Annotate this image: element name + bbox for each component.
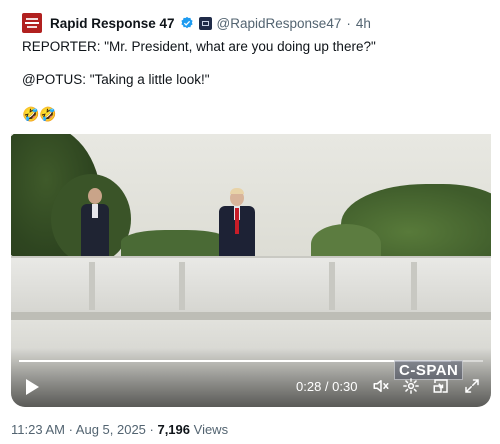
settings-icon[interactable]	[402, 377, 420, 395]
time-ago[interactable]: 4h	[356, 16, 371, 31]
post-card: Rapid Response 47 @RapidResponse47 · 4h …	[0, 0, 500, 444]
video-frame-pilaster	[329, 262, 335, 310]
video-time-readout: 0:28 / 0:30	[296, 379, 357, 394]
views-label: Views	[190, 422, 229, 437]
video-time-separator: /	[321, 379, 333, 394]
picture-in-picture-icon[interactable]	[432, 377, 450, 395]
separator: ·	[346, 15, 351, 31]
avatar[interactable]	[22, 13, 42, 33]
display-name[interactable]: Rapid Response 47	[50, 16, 175, 31]
play-icon[interactable]	[24, 378, 40, 396]
video-player[interactable]: C-SPAN 0:28 / 0:30	[11, 134, 491, 407]
video-frame-pilaster	[411, 262, 417, 310]
views-count: 7,196	[157, 422, 191, 437]
post-emoji-line: 🤣🤣	[22, 106, 57, 122]
handle[interactable]: @RapidResponse47	[217, 16, 342, 31]
video-frame-person	[81, 188, 109, 258]
post-text-line: @POTUS: "Taking a little look!"	[22, 72, 210, 87]
affiliation-badge-icon	[198, 16, 212, 30]
video-frame-person	[219, 188, 255, 260]
video-time-current: 0:28	[296, 379, 322, 394]
mute-icon[interactable]	[372, 377, 390, 395]
video-frame-wall	[11, 256, 491, 312]
fullscreen-icon[interactable]	[463, 377, 481, 395]
video-frame-pilaster	[179, 262, 185, 310]
verified-badge-icon	[180, 16, 193, 29]
video-time-total: 0:30	[332, 379, 358, 394]
post-text-line: REPORTER: "Mr. President, what are you d…	[22, 39, 376, 54]
post-header: Rapid Response 47 @RapidResponse47 · 4h	[22, 12, 371, 34]
post-timestamp[interactable]: 11:23 AM · Aug 5, 2025 ·	[11, 422, 157, 437]
video-frame-pilaster	[89, 262, 95, 310]
post-footer: 11:23 AM · Aug 5, 2025 · 7,196 Views	[11, 422, 228, 437]
video-progress-fill	[19, 360, 451, 362]
video-frame-ledge	[11, 312, 491, 320]
